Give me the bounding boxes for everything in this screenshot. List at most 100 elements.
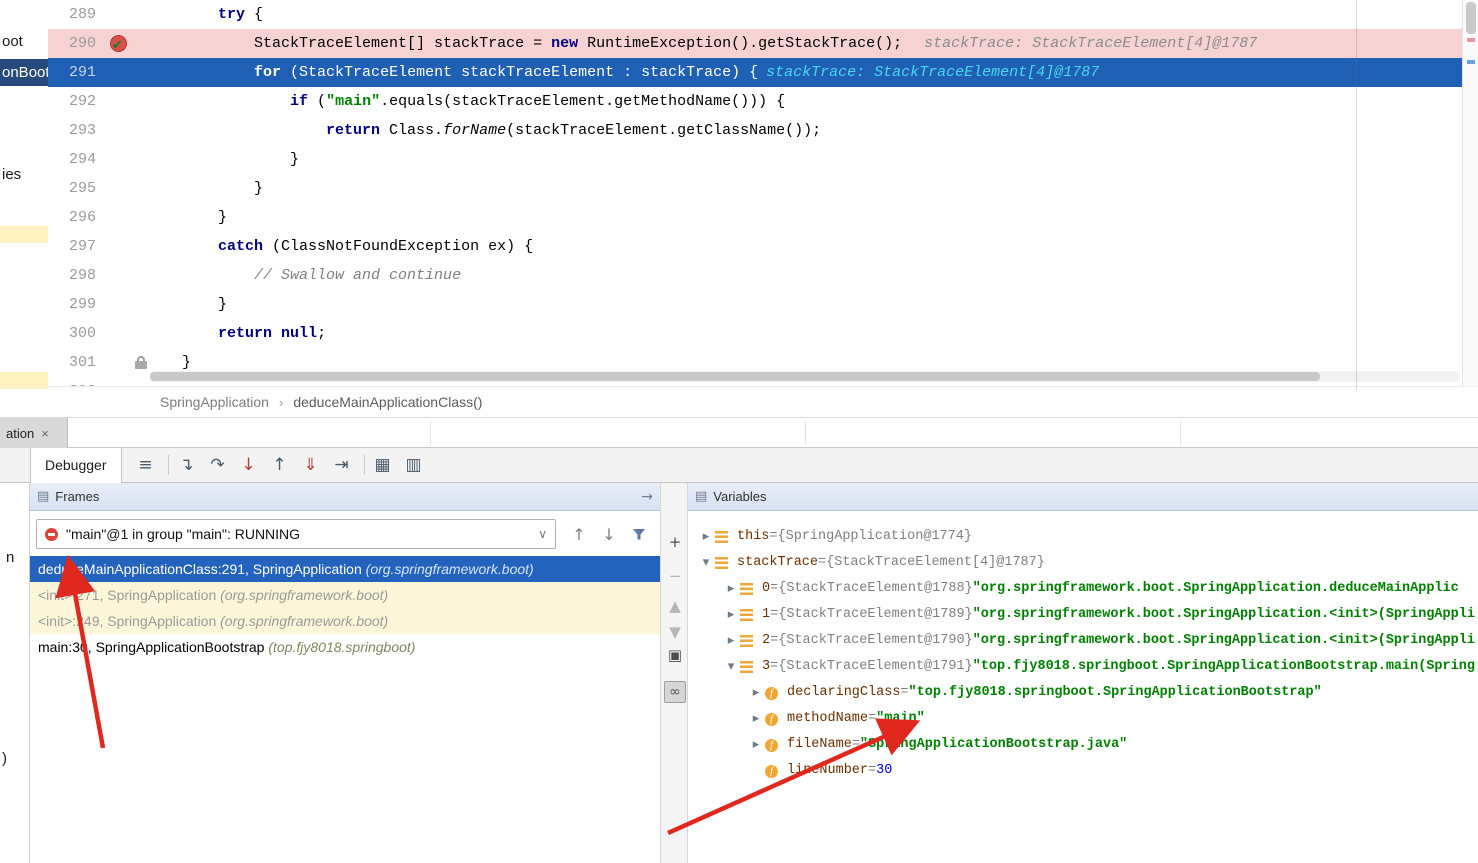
scrollbar-thumb[interactable] xyxy=(150,372,1320,381)
line-number[interactable]: 294 xyxy=(48,145,100,174)
chevron-right-icon[interactable]: ▸ xyxy=(747,680,765,706)
chevron-down-icon[interactable]: ▾ xyxy=(697,550,715,576)
line-number[interactable]: 291 xyxy=(48,58,100,87)
show-inline-values-toggle[interactable]: ∞ xyxy=(664,681,686,703)
gutter-icon-area[interactable] xyxy=(100,58,141,87)
gutter-icon-area[interactable] xyxy=(100,116,141,145)
code-line[interactable]: 297 catch (ClassNotFoundException ex) { xyxy=(48,232,1462,261)
code-line[interactable]: 299 } xyxy=(48,290,1462,319)
line-number[interactable]: 301 xyxy=(48,348,100,377)
variable-row[interactable]: ▸this = {SpringApplication@1774} xyxy=(688,524,1478,550)
chevron-right-icon[interactable]: ▸ xyxy=(747,706,765,732)
stack-frame-row[interactable]: <init>:249, SpringApplication (org.sprin… xyxy=(30,608,660,634)
project-item-fragment[interactable]: ies xyxy=(2,166,21,183)
variable-row[interactable]: flineNumber = 30 xyxy=(688,758,1478,784)
gutter-icon-area[interactable] xyxy=(100,203,141,232)
next-frame-icon[interactable]: ↓ xyxy=(594,521,624,547)
chevron-right-icon[interactable]: ▸ xyxy=(722,576,740,602)
gutter-icon-area[interactable] xyxy=(100,261,141,290)
close-icon[interactable]: × xyxy=(41,426,49,441)
scroll-up-icon[interactable]: ▲ xyxy=(661,597,689,615)
code-editor[interactable]: 289 try {290✔ StackTraceElement[] stackT… xyxy=(48,0,1462,390)
code-line[interactable]: 298 // Swallow and continue xyxy=(48,261,1462,290)
breadcrumb: SpringApplication › deduceMainApplicatio… xyxy=(48,386,1478,417)
step-into-icon[interactable]: ↓ xyxy=(236,452,262,478)
settings-filter-icon[interactable]: ▥ xyxy=(401,452,427,478)
variable-row[interactable]: ▸ffileName = "SpringApplicationBootstrap… xyxy=(688,732,1478,758)
line-number[interactable]: 292 xyxy=(48,87,100,116)
gutter-icon-area[interactable] xyxy=(100,232,141,261)
gutter-icon-area[interactable] xyxy=(100,0,141,29)
variable-row[interactable]: ▾stackTrace = {StackTraceElement[4]@1787… xyxy=(688,550,1478,576)
debug-toolbar: Debugger ≡ ↴↷↓↑⇓⇥ ▦▥ xyxy=(0,448,1478,483)
breadcrumb-method[interactable]: deduceMainApplicationClass() xyxy=(293,394,482,410)
code-line[interactable]: 290✔ StackTraceElement[] stackTrace = ne… xyxy=(48,29,1462,58)
thread-selector-dropdown[interactable]: "main"@1 in group "main": RUNNING ∨ xyxy=(36,519,556,549)
variable-row[interactable]: ▾3 = {StackTraceElement@1791} "top.fjy80… xyxy=(688,654,1478,680)
code-line[interactable]: 291 for (StackTraceElement stackTraceEle… xyxy=(48,58,1462,87)
line-number[interactable]: 299 xyxy=(48,290,100,319)
previous-frame-icon[interactable]: ↑ xyxy=(564,521,594,547)
copy-stack-icon[interactable]: ▣ xyxy=(661,646,689,664)
scrollbar-thumb[interactable] xyxy=(1466,2,1476,34)
line-number[interactable]: 290 xyxy=(48,29,100,58)
breakpoint-stripe-mark[interactable] xyxy=(1467,38,1475,42)
view-grid-icon[interactable]: ▦ xyxy=(370,452,396,478)
show-execution-point-icon[interactable]: ↴ xyxy=(174,452,200,478)
line-number[interactable]: 296 xyxy=(48,203,100,232)
code-line[interactable]: 293 return Class.forName(stackTraceEleme… xyxy=(48,116,1462,145)
code-line[interactable]: 296 } xyxy=(48,203,1462,232)
variables-panel: ▤ Variables ▸this = {SpringApplication@1… xyxy=(688,483,1478,863)
code-line[interactable]: 294 } xyxy=(48,145,1462,174)
chevron-right-icon[interactable]: ▸ xyxy=(722,628,740,654)
gutter-icon-area[interactable] xyxy=(100,319,141,348)
code-line[interactable]: 292 if ("main".equals(stackTraceElement.… xyxy=(48,87,1462,116)
chevron-right-icon[interactable]: ▸ xyxy=(747,732,765,758)
line-number[interactable]: 300 xyxy=(48,319,100,348)
stack-frame-row[interactable]: main:30, SpringApplicationBootstrap (top… xyxy=(30,634,660,660)
line-number[interactable]: 295 xyxy=(48,174,100,203)
tab-debugger[interactable]: Debugger xyxy=(30,448,122,483)
editor-vertical-scrollbar[interactable] xyxy=(1462,0,1478,390)
gutter-icon-area[interactable] xyxy=(100,87,141,116)
line-number[interactable]: 293 xyxy=(48,116,100,145)
stack-frame-row[interactable]: <init>:271, SpringApplication (org.sprin… xyxy=(30,582,660,608)
line-number[interactable]: 298 xyxy=(48,261,100,290)
variable-row[interactable]: ▸2 = {StackTraceElement@1790} "org.sprin… xyxy=(688,628,1478,654)
variable-row[interactable]: ▸1 = {StackTraceElement@1789} "org.sprin… xyxy=(688,602,1478,628)
gutter-icon-area[interactable] xyxy=(100,145,141,174)
partial-editor-tab[interactable]: ation × xyxy=(0,418,68,448)
stack-frame-row[interactable]: deduceMainApplicationClass:291, SpringAp… xyxy=(30,556,660,582)
chevron-right-icon[interactable]: ▸ xyxy=(722,602,740,628)
line-number[interactable]: 289 xyxy=(48,0,100,29)
breadcrumb-class[interactable]: SpringApplication xyxy=(160,394,269,410)
gutter-icon-area[interactable] xyxy=(100,348,141,377)
filter-icon[interactable] xyxy=(624,521,654,547)
step-out-icon[interactable]: ↑ xyxy=(267,452,293,478)
variable-row[interactable]: ▸fmethodName = "main" xyxy=(688,706,1478,732)
code-line[interactable]: 300 return null; xyxy=(48,319,1462,348)
remove-watch-icon[interactable]: − xyxy=(661,567,689,585)
chevron-down-icon[interactable]: ▾ xyxy=(722,654,740,680)
code-line[interactable]: 295 } xyxy=(48,174,1462,203)
line-number[interactable]: 297 xyxy=(48,232,100,261)
step-over-icon[interactable]: ↷ xyxy=(205,452,231,478)
dock-panel-icon[interactable]: → xyxy=(641,489,653,505)
run-to-cursor-icon[interactable]: ⇥ xyxy=(329,452,355,478)
force-step-into-icon[interactable]: ⇓ xyxy=(298,452,324,478)
gutter-icon-area[interactable] xyxy=(100,174,141,203)
variable-row[interactable]: ▸fdeclaringClass = "top.fjy8018.springbo… xyxy=(688,680,1478,706)
layout-menu-icon[interactable]: ≡ xyxy=(133,452,159,478)
variable-row[interactable]: ▸0 = {StackTraceElement@1788} "org.sprin… xyxy=(688,576,1478,602)
gutter-icon-area[interactable] xyxy=(100,290,141,319)
execution-stripe-mark[interactable] xyxy=(1467,60,1475,64)
add-watch-icon[interactable]: + xyxy=(661,533,689,551)
project-item-fragment[interactable]: oot xyxy=(2,33,23,50)
gutter-icon-area[interactable]: ✔ xyxy=(100,29,141,58)
editor-horizontal-scrollbar[interactable] xyxy=(150,371,1460,382)
code-line[interactable]: 289 try { xyxy=(48,0,1462,29)
chevron-right-icon[interactable]: ▸ xyxy=(697,524,715,550)
value-icon xyxy=(715,557,737,569)
scroll-down-icon[interactable]: ▼ xyxy=(661,623,689,641)
project-item-selected[interactable]: onBoot xyxy=(0,59,48,86)
